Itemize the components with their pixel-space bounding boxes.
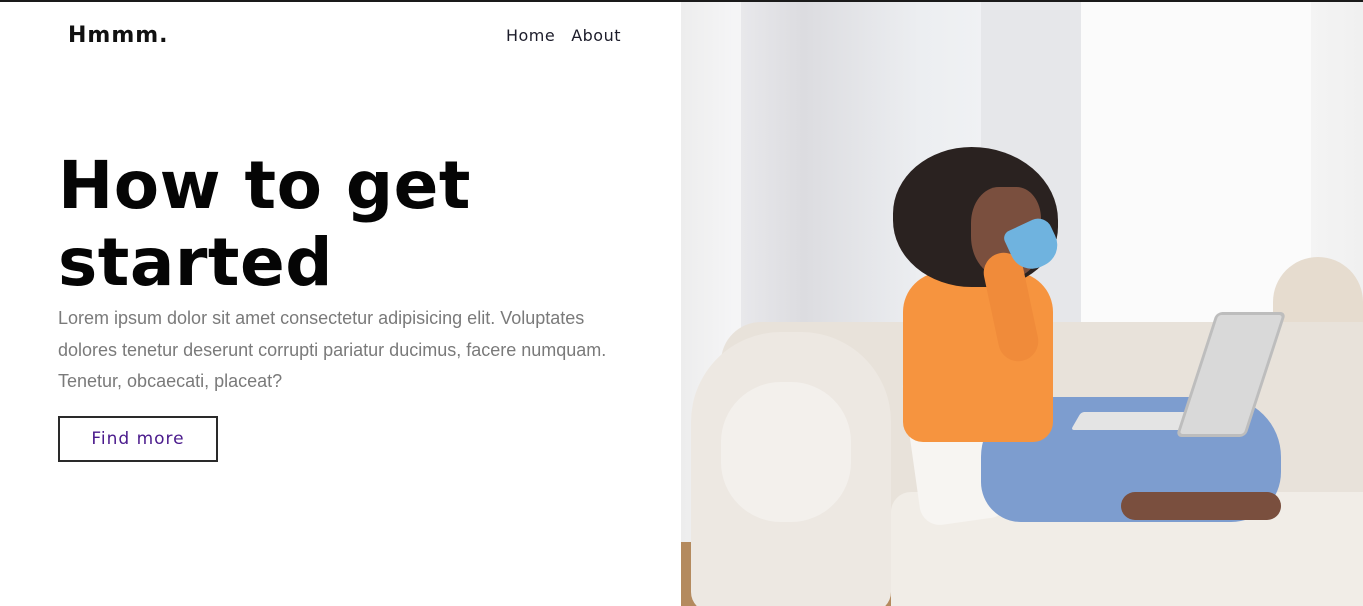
hero-image	[681, 2, 1363, 606]
find-more-button[interactable]: Find more	[58, 416, 218, 462]
main-nav: Home About	[506, 26, 621, 45]
hero-title: How to get started	[58, 147, 471, 301]
person-feet	[1121, 492, 1281, 520]
site-logo[interactable]: Hmmm.	[68, 23, 169, 48]
nav-item-home[interactable]: Home	[506, 26, 555, 45]
hero-content: Hmmm. Home About How to get started Lore…	[0, 2, 681, 606]
nav-item-about[interactable]: About	[571, 26, 621, 45]
sofa-arm-roll	[721, 382, 851, 522]
hero-description: Lorem ipsum dolor sit amet consectetur a…	[58, 308, 607, 391]
